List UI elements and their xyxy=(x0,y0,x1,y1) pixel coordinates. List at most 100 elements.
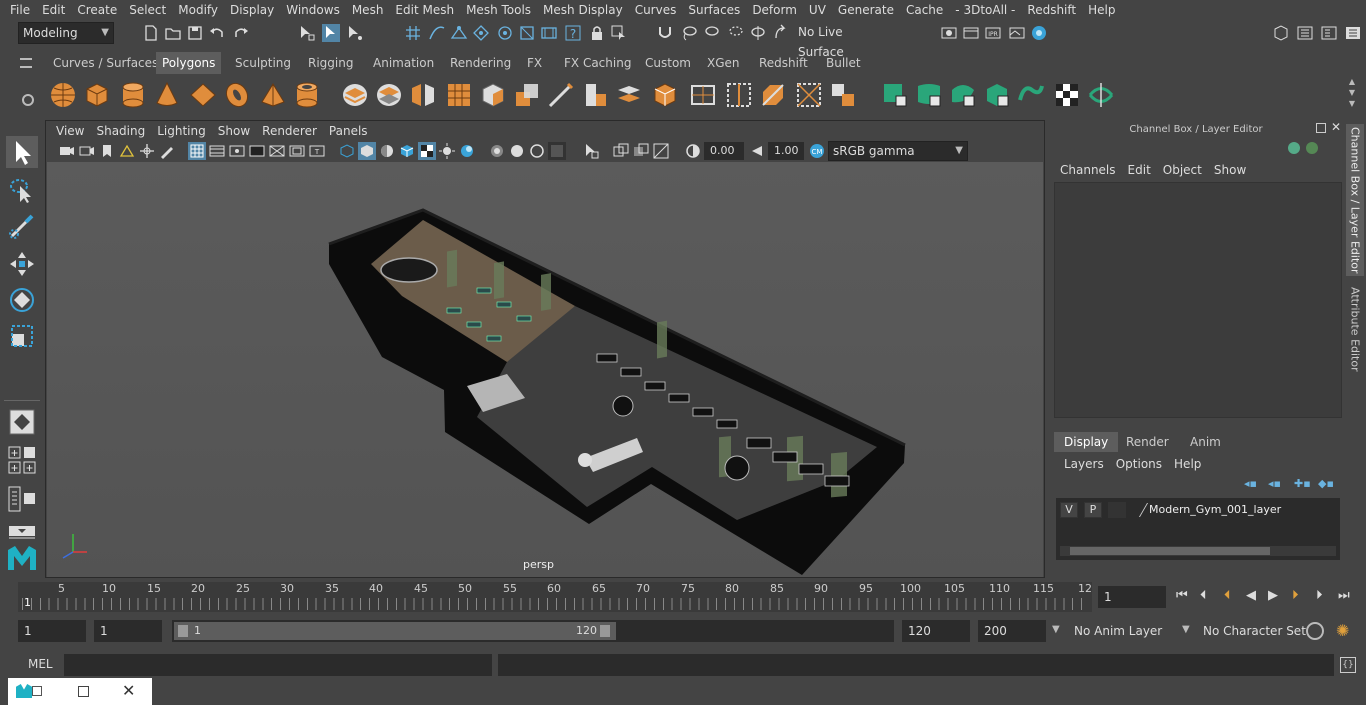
layer-scrollbar[interactable] xyxy=(1060,546,1336,556)
go-to-end-icon[interactable]: ⏭ xyxy=(1338,588,1350,603)
grease-pencil-icon[interactable] xyxy=(158,142,176,160)
gamma-icon[interactable] xyxy=(748,142,766,160)
tab-redshift[interactable]: Redshift xyxy=(753,52,814,74)
film-icon[interactable] xyxy=(540,24,558,42)
close-icon[interactable]: ✕ xyxy=(122,681,135,700)
separate-icon[interactable] xyxy=(374,80,404,110)
magnet-icon[interactable] xyxy=(656,24,674,42)
target-weld-icon[interactable] xyxy=(794,80,824,110)
step-back-frame-icon[interactable]: ⏴ xyxy=(1200,588,1207,603)
anti-aliasing-icon[interactable] xyxy=(528,142,546,160)
ipr-render-icon[interactable]: IPR xyxy=(984,24,1002,42)
snap-to-view-plane-icon[interactable] xyxy=(496,24,514,42)
mode-dropdown[interactable]: Modeling ▼ xyxy=(18,22,114,44)
uv-cut-sew-icon[interactable] xyxy=(1086,80,1116,110)
fill-hole-icon[interactable] xyxy=(688,80,718,110)
cb-menu-edit[interactable]: Edit xyxy=(1122,160,1157,180)
snap-to-grid-icon[interactable] xyxy=(404,24,422,42)
character-set-dropdown[interactable]: No Character Set xyxy=(1203,624,1306,638)
help-icon[interactable]: ? xyxy=(564,24,582,42)
menu-deform[interactable]: Deform xyxy=(746,0,803,20)
layout-panes-icon[interactable] xyxy=(6,484,38,516)
redo-icon[interactable] xyxy=(232,24,250,42)
range-slider[interactable]: 1 120 xyxy=(172,620,894,642)
tab-polygons[interactable]: Polygons xyxy=(156,52,222,74)
uv-automatic-icon[interactable] xyxy=(982,80,1012,110)
rotate-tool-icon[interactable] xyxy=(6,284,38,316)
menu-curves[interactable]: Curves xyxy=(629,0,683,20)
extrude-icon[interactable] xyxy=(580,80,610,110)
poly-cylinder-icon[interactable] xyxy=(118,80,148,110)
paint-select-icon[interactable] xyxy=(702,24,720,42)
menu-edit[interactable]: Edit xyxy=(36,0,71,20)
select-by-hierarchy-icon[interactable] xyxy=(298,24,316,42)
maximize-icon[interactable] xyxy=(78,686,89,697)
chevron-down-icon[interactable]: ▼ xyxy=(1052,624,1060,635)
screen-space-ao-icon[interactable] xyxy=(488,142,506,160)
float-panel-icon[interactable] xyxy=(1316,123,1326,133)
toggle-attribute-editor-icon[interactable] xyxy=(1296,24,1314,42)
textured-icon[interactable] xyxy=(418,142,436,160)
close-icon[interactable]: ✕ xyxy=(1331,120,1341,134)
range-end-handle[interactable] xyxy=(600,625,610,637)
menu-mesh-tools[interactable]: Mesh Tools xyxy=(460,0,537,20)
film-gate-icon[interactable] xyxy=(208,142,226,160)
uv-cylindrical-icon[interactable] xyxy=(914,80,944,110)
channel-list[interactable] xyxy=(1054,182,1342,418)
cb-menu-object[interactable]: Object xyxy=(1157,160,1208,180)
play-backwards-icon[interactable]: ◀ xyxy=(1246,588,1256,603)
default-material-icon[interactable] xyxy=(378,142,396,160)
open-scene-icon[interactable] xyxy=(164,24,182,42)
color-space-dropdown[interactable]: sRGB gamma ▼ xyxy=(828,141,968,161)
cb-menu-channels[interactable]: Channels xyxy=(1054,160,1122,180)
playback-start-field[interactable]: 1 xyxy=(94,620,162,642)
select-camera-icon[interactable] xyxy=(58,142,76,160)
motion-blur-icon[interactable] xyxy=(508,142,526,160)
scale-tool-icon[interactable] xyxy=(6,320,38,352)
tab-render[interactable]: Render xyxy=(1116,432,1179,452)
step-forward-key-icon[interactable]: ⏵ xyxy=(1292,588,1299,603)
tab-rendering[interactable]: Rendering xyxy=(444,52,517,74)
play-forwards-icon[interactable]: ▶ xyxy=(1268,588,1278,603)
vp-menu-show[interactable]: Show xyxy=(212,124,256,138)
use-all-lights-icon[interactable] xyxy=(438,142,456,160)
tab-channel-box-layer-editor[interactable]: Channel Box / Layer Editor xyxy=(1346,124,1364,276)
uv-unfold-icon[interactable] xyxy=(1016,80,1046,110)
tab-custom[interactable]: Custom xyxy=(639,52,697,74)
resolution-gate-icon[interactable] xyxy=(228,142,246,160)
safe-action-icon[interactable] xyxy=(288,142,306,160)
make-live-icon[interactable] xyxy=(518,24,536,42)
combine-icon[interactable] xyxy=(340,80,370,110)
smooth-shade-icon[interactable] xyxy=(358,142,376,160)
keyable-toggle-icon[interactable] xyxy=(1306,142,1318,154)
lasso-select-tool-icon[interactable] xyxy=(6,174,38,206)
menu-redshift[interactable]: Redshift xyxy=(1021,0,1082,20)
go-to-start-icon[interactable]: ⏮ xyxy=(1176,588,1188,603)
wireframe-on-shaded-icon[interactable] xyxy=(398,142,416,160)
select-by-component-icon[interactable] xyxy=(346,24,364,42)
tab-bullet[interactable]: Bullet xyxy=(820,52,867,74)
menu-modify[interactable]: Modify xyxy=(172,0,224,20)
command-language-label[interactable]: MEL xyxy=(28,657,53,671)
tab-xgen[interactable]: XGen xyxy=(701,52,746,74)
3d-viewport[interactable]: persp xyxy=(47,162,1043,577)
select-by-object-icon[interactable] xyxy=(322,24,340,42)
move-layer-up-icon[interactable]: ◂▪ xyxy=(1244,477,1257,490)
shelf-scroll-arrows[interactable]: ▲ ▼ ▼ xyxy=(1346,76,1358,112)
reflection-icon[interactable] xyxy=(772,24,790,42)
select-highlight-icon[interactable] xyxy=(610,24,628,42)
vp-menu-shading[interactable]: Shading xyxy=(90,124,151,138)
render-current-frame-icon[interactable] xyxy=(962,24,980,42)
restore-icon[interactable] xyxy=(32,686,42,696)
uv-planar-icon[interactable] xyxy=(880,80,910,110)
paint-select-tool-icon[interactable] xyxy=(6,210,38,242)
uv-checker-icon[interactable] xyxy=(1052,80,1082,110)
poly-cone-icon[interactable] xyxy=(152,80,182,110)
soft-modification-icon[interactable] xyxy=(6,406,38,438)
snap-to-curve-icon[interactable] xyxy=(428,24,446,42)
current-frame-field[interactable]: 1 xyxy=(1098,586,1166,608)
offset-edge-loop-icon[interactable] xyxy=(758,80,788,110)
extract-icon[interactable] xyxy=(478,80,508,110)
safe-title-icon[interactable]: T xyxy=(308,142,326,160)
menu-help[interactable]: Help xyxy=(1082,0,1121,20)
